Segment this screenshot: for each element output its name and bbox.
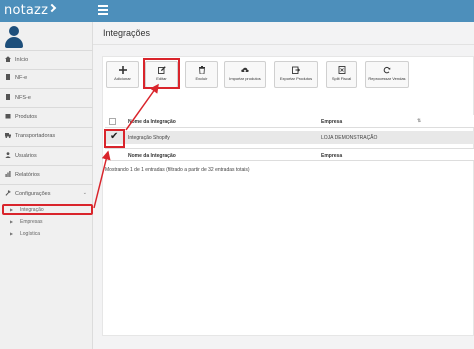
select-all-checkbox[interactable] [109,118,116,125]
users-icon [5,152,11,158]
sort-icon[interactable]: ⇅ [417,118,421,124]
button-label: Exportar Produtos [279,76,313,81]
avatar[interactable] [3,25,25,49]
column-header-empresa[interactable]: Empresa [321,119,342,125]
table-footer: Nome da Integração Empresa [105,148,474,161]
top-bar: notazz [0,0,474,22]
sidebar-item-transportadoras[interactable]: Transportadoras [0,127,93,145]
refresh-icon [383,66,391,74]
sidebar-item-inicio[interactable]: Início [0,51,93,69]
button-label: Importar produtos [229,76,261,81]
cell-empresa: LOJA DEMONSTRAÇÃO [321,135,378,141]
logo-text: notazz [4,3,49,18]
sidebar-item-label: Relatórios [15,172,40,178]
sidebar-item-nfe[interactable]: NF-e [0,69,93,87]
split-fiscal-button[interactable]: Split Fiscal [326,61,357,88]
menu-toggle-icon[interactable] [98,5,108,15]
highlight-box-integracao [2,204,93,215]
plus-icon [118,66,127,74]
table-header: Nome da Integração ⇅ Empresa [105,115,474,128]
sidebar-item-label: NFS-e [15,95,31,101]
reprocess-sales-button[interactable]: Reprocessar Vendas [365,61,409,88]
document-icon [5,94,11,100]
chevron-down-icon: ⌄ [82,190,87,196]
divider [93,44,474,45]
button-label: Reprocessar Vendas [368,76,406,81]
add-button[interactable]: Adicionar [106,61,139,88]
footer-header-empresa: Empresa [321,153,343,159]
box-icon [5,113,11,119]
cloud-upload-icon [241,66,249,74]
split-icon [338,66,346,74]
sidebar-item-label: Usuários [15,153,37,159]
highlight-box-edit [143,58,180,89]
home-icon [5,56,11,62]
cell-nome: Integração Shopify [128,135,170,141]
table-status-text: Mostrando 1 de 1 entradas (filtrado a pa… [105,167,250,173]
sidebar-subitem-logistica[interactable]: ▶ Logística [0,228,93,239]
document-icon [5,74,11,80]
content-panel [102,56,474,336]
sidebar-subitem-label: Empresas [20,219,43,225]
sidebar-item-label: Início [15,57,29,63]
sidebar-subitem-empresas[interactable]: ▶ Empresas [0,216,93,227]
logo-arrow-icon [47,3,57,13]
trash-icon [198,66,206,75]
column-header-nome[interactable]: Nome da Integração [128,119,176,125]
delete-button[interactable]: Excluir [185,61,218,88]
sidebar-item-nfse[interactable]: NFS-e [0,89,93,107]
button-label: Excluir [195,76,208,81]
app-logo[interactable]: notazz [4,3,57,18]
sidebar-subitem-label: Logística [20,231,41,237]
sidebar-item-label: Transportadoras [15,133,56,139]
wrench-icon [5,190,11,196]
highlight-box-checkbox [104,129,125,148]
button-label: Adicionar [114,76,131,81]
sidebar-item-label: NF-e [15,75,28,81]
sidebar-item-label: Configurações [15,191,51,197]
sidebar-item-produtos[interactable]: Produtos [0,108,93,126]
page-title: Integrações [103,28,151,38]
sidebar-item-configuracoes[interactable]: Configurações ⌄ [0,185,93,203]
import-products-button[interactable]: Importar produtos [224,61,266,88]
caret-right-icon: ▶ [10,219,14,224]
caret-right-icon: ▶ [10,231,14,236]
truck-icon [5,132,11,138]
sidebar-item-usuarios[interactable]: Usuários [0,147,93,165]
footer-header-nome: Nome da Integração [128,153,176,159]
table-row[interactable]: Integração Shopify LOJA DEMONSTRAÇÃO [105,131,474,144]
chart-icon [5,171,11,177]
export-products-button[interactable]: Exportar Produtos [274,61,318,88]
export-icon [292,66,301,74]
sidebar-item-relatorios[interactable]: Relatórios [0,166,93,184]
button-label: Split Fiscal [331,76,352,81]
sidebar-item-label: Produtos [15,114,38,120]
